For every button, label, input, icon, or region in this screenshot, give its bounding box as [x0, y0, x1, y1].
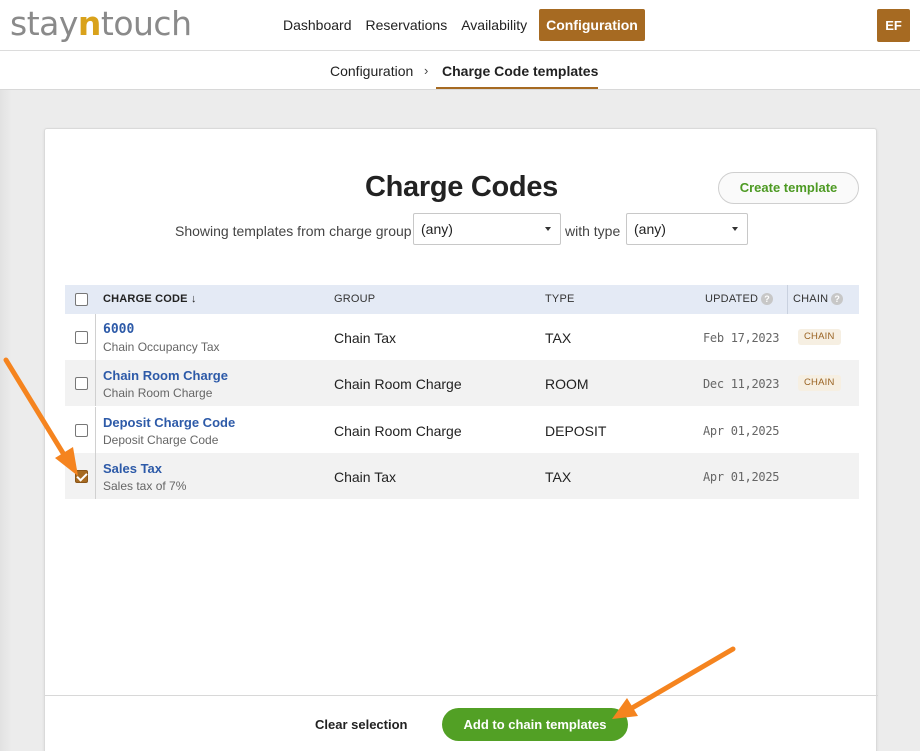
breadcrumb-active-underline — [436, 87, 598, 89]
charge-code-link[interactable]: 6000 — [103, 322, 134, 337]
row-checkbox[interactable] — [75, 424, 88, 437]
column-header-type[interactable]: TYPE — [545, 293, 575, 305]
column-header-chain-label: CHAIN — [793, 293, 829, 305]
create-template-button[interactable]: Create template — [718, 172, 859, 204]
table-row[interactable]: Chain Room Charge Chain Room Charge Chai… — [65, 360, 859, 406]
chain-badge: CHAIN — [798, 375, 841, 391]
charge-codes-panel: Charge Codes Create template Showing tem… — [44, 128, 878, 751]
add-to-chain-templates-button[interactable]: Add to chain templates — [442, 708, 628, 741]
charge-code-description: Deposit Charge Code — [103, 433, 219, 447]
group-cell: Chain Tax — [334, 330, 397, 346]
row-divider — [95, 407, 96, 453]
charge-group-select[interactable]: (any) — [413, 213, 561, 245]
chain-badge: CHAIN — [798, 329, 841, 345]
row-divider — [95, 360, 96, 406]
breadcrumb: Configuration › Charge Code templates — [0, 51, 920, 90]
updated-cell: Apr 01,2025 — [703, 470, 780, 484]
row-divider — [95, 314, 96, 360]
charge-code-description: Chain Occupancy Tax — [103, 340, 220, 354]
nav-availability[interactable]: Availability — [454, 9, 534, 41]
nav-reservations[interactable]: Reservations — [359, 9, 455, 41]
type-cell: DEPOSIT — [545, 423, 607, 439]
logo-text-touch: touch — [100, 4, 192, 43]
charge-code-link[interactable]: Chain Room Charge — [103, 368, 228, 383]
column-header-updated-label: UPDATED — [705, 293, 759, 305]
type-filter-label: with type — [565, 223, 621, 239]
type-select[interactable]: (any) — [626, 213, 748, 245]
updated-cell: Feb 17,2023 — [703, 331, 780, 345]
footer-divider — [45, 695, 878, 696]
logo-text-stay: stay — [10, 4, 78, 43]
chevron-down-icon — [545, 227, 551, 231]
charge-group-filter-label: Showing templates from charge group — [175, 223, 412, 239]
type-cell: ROOM — [545, 376, 589, 392]
group-cell: Chain Room Charge — [334, 423, 462, 439]
chevron-down-icon — [732, 227, 738, 231]
group-cell: Chain Tax — [334, 469, 397, 485]
charge-group-select-value: (any) — [421, 221, 453, 237]
help-icon[interactable]: ? — [831, 293, 844, 305]
table-header: CHARGE CODE ↓ GROUP TYPE UPDATED? CHAIN? — [65, 285, 859, 314]
nav-configuration[interactable]: Configuration — [539, 9, 645, 41]
column-header-charge-code[interactable]: CHARGE CODE ↓ — [103, 293, 197, 305]
type-select-value: (any) — [634, 221, 666, 237]
table-row[interactable]: Sales Tax Sales tax of 7% Chain Tax TAX … — [65, 453, 859, 499]
charge-code-link[interactable]: Sales Tax — [103, 461, 162, 476]
row-checkbox[interactable] — [75, 377, 88, 390]
breadcrumb-current: Charge Code templates — [442, 63, 599, 79]
column-header-updated[interactable]: UPDATED? — [705, 293, 774, 305]
table-row[interactable]: Deposit Charge Code Deposit Charge Code … — [65, 407, 859, 453]
row-divider — [95, 453, 96, 499]
updated-cell: Apr 01,2025 — [703, 424, 780, 438]
user-avatar[interactable]: EF — [877, 9, 910, 42]
nav-dashboard[interactable]: Dashboard — [276, 9, 359, 41]
breadcrumb-separator-icon: › — [424, 63, 429, 78]
main-nav: Dashboard Reservations Availability Conf… — [276, 9, 645, 41]
column-header-group[interactable]: GROUP — [334, 293, 375, 305]
row-checkbox[interactable] — [75, 331, 88, 344]
clear-selection-button[interactable]: Clear selection — [315, 717, 408, 732]
column-header-chain[interactable]: CHAIN? — [793, 293, 844, 305]
updated-cell: Dec 11,2023 — [703, 377, 780, 391]
type-cell: TAX — [545, 330, 572, 346]
top-nav-bar: stayntouch Dashboard Reservations Availa… — [0, 0, 920, 51]
charge-code-description: Chain Room Charge — [103, 386, 213, 400]
help-icon[interactable]: ? — [761, 293, 774, 305]
breadcrumb-configuration[interactable]: Configuration — [330, 63, 413, 79]
charge-code-description: Sales tax of 7% — [103, 479, 187, 493]
page-side-shade — [0, 90, 12, 751]
column-divider — [787, 285, 788, 314]
select-all-checkbox[interactable] — [75, 293, 88, 306]
table-row[interactable]: 6000 Chain Occupancy Tax Chain Tax TAX F… — [65, 314, 859, 360]
row-checkbox-checked[interactable] — [75, 470, 88, 483]
type-cell: TAX — [545, 469, 572, 485]
charge-code-link[interactable]: Deposit Charge Code — [103, 415, 235, 430]
stayntouch-logo[interactable]: stayntouch — [10, 4, 192, 43]
logo-text-n: n — [77, 4, 102, 43]
group-cell: Chain Room Charge — [334, 376, 462, 392]
